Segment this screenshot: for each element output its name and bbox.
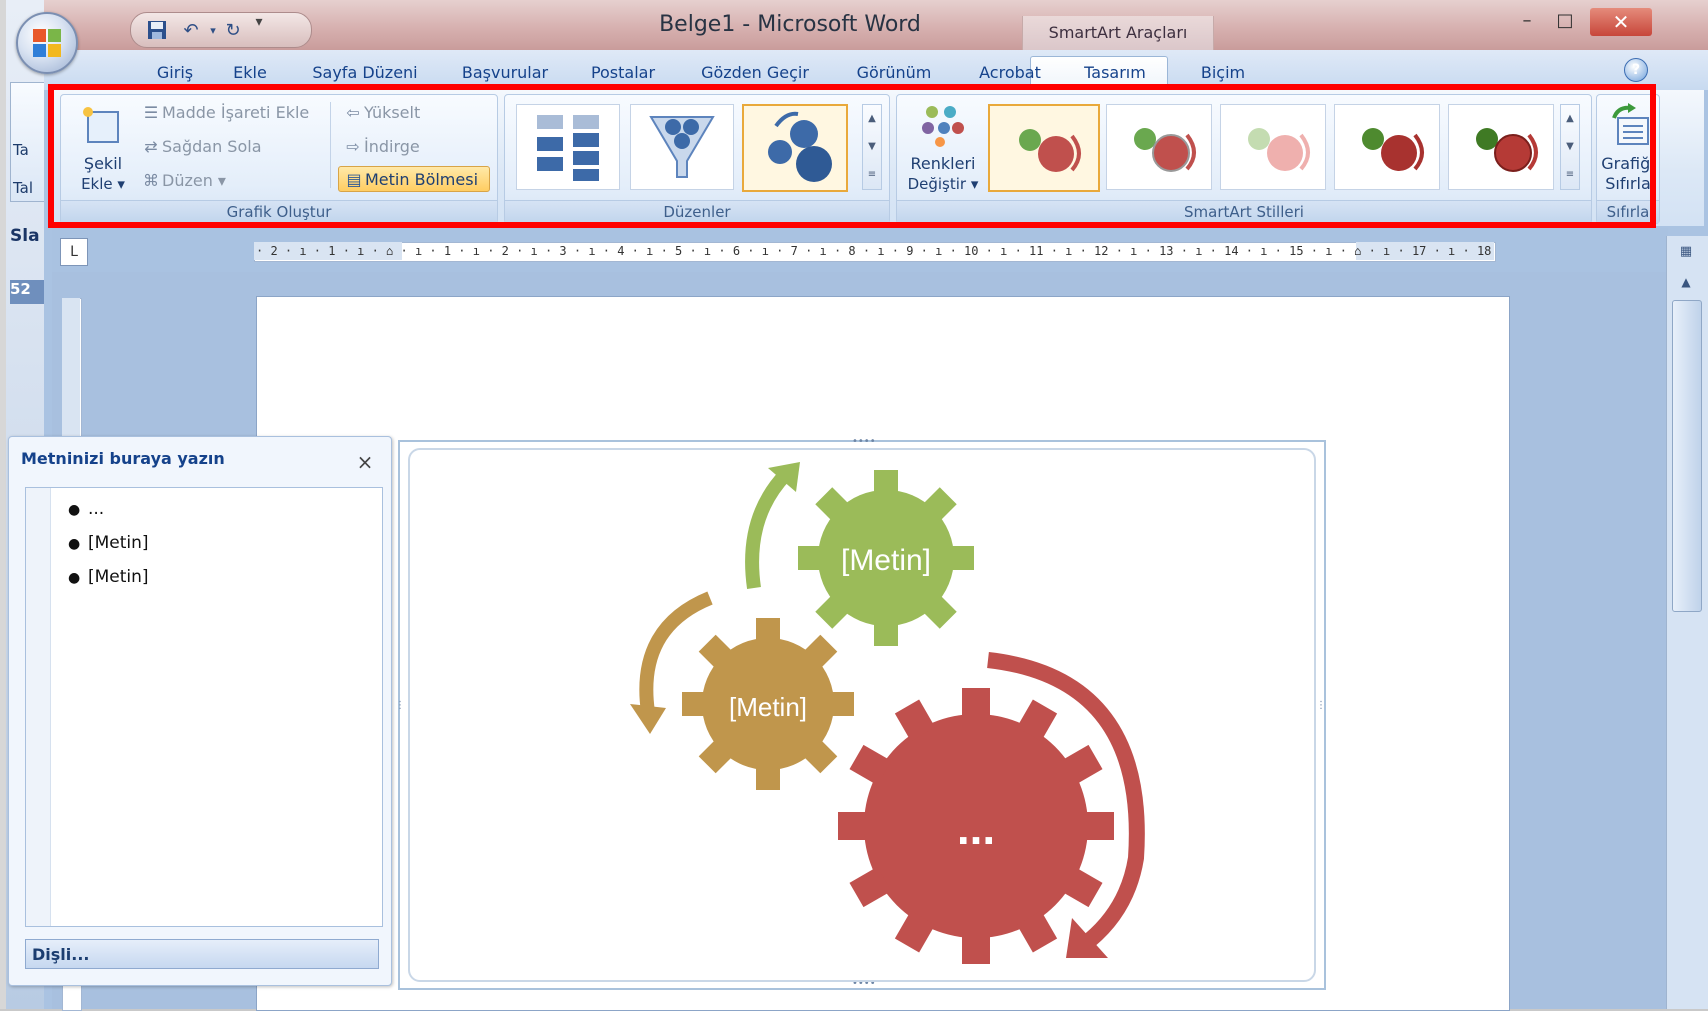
- text-pane-title: Metninizi buraya yazın: [21, 449, 225, 468]
- text-pane-item[interactable]: ● [Metin]: [68, 528, 149, 558]
- background-tab-stub: Ta Tal: [10, 82, 48, 202]
- maximize-button[interactable]: □: [1548, 10, 1582, 36]
- text-pane-item[interactable]: ● [Metin]: [68, 562, 149, 592]
- office-logo-icon: [33, 29, 61, 57]
- close-button[interactable]: ✕: [1590, 8, 1652, 36]
- help-icon[interactable]: ?: [1624, 58, 1648, 82]
- bullet-icon: ●: [68, 502, 81, 518]
- ruler-ticks: · 2 · ı · 1 · ı · ⌂ · ı · 1 · ı · 2 · ı …: [256, 244, 1492, 258]
- background-tab-stub-label-2: Tal: [13, 179, 34, 197]
- resize-handle-right[interactable]: ⋮: [1316, 700, 1326, 711]
- highlight-frame: [48, 84, 1656, 228]
- bullet-icon: ●: [68, 570, 81, 586]
- scrollbar-thumb[interactable]: [1672, 300, 1702, 612]
- text-pane-more-link[interactable]: Dişli...: [25, 939, 379, 969]
- text-pane-list[interactable]: ●... ● [Metin] ● [Metin]: [25, 487, 383, 927]
- quick-access-toolbar: ↶ ▾ ↻: [130, 12, 312, 48]
- window-title: Belge1 - Microsoft Word: [659, 12, 921, 37]
- resize-handle-top[interactable]: ••••: [852, 436, 876, 447]
- resize-handle-left[interactable]: ⋮: [395, 700, 405, 711]
- text-pane-item-text: [Metin]: [88, 567, 149, 587]
- save-icon[interactable]: [145, 19, 169, 43]
- background-number-stub: 52: [10, 280, 46, 304]
- redo-icon[interactable]: ↻: [221, 19, 245, 43]
- bullet-icon: ●: [68, 536, 81, 552]
- office-button[interactable]: [16, 12, 78, 74]
- text-pane: Metninizi buraya yazın × ●... ● [Metin] ●…: [8, 436, 392, 986]
- view-ruler-icon[interactable]: ▦: [1672, 240, 1700, 264]
- text-pane-close-icon[interactable]: ×: [353, 451, 377, 475]
- tab-selector[interactable]: L: [60, 238, 88, 266]
- text-pane-gutter: [26, 488, 51, 926]
- minimize-button[interactable]: –: [1510, 10, 1544, 36]
- gear-gold-text: [Metin]: [729, 692, 807, 722]
- gear-red-text: ...: [957, 802, 995, 854]
- gold-arrowhead-icon: [630, 704, 666, 734]
- background-tab-stub-label: Ta: [13, 141, 29, 159]
- gear-green-text: [Metin]: [841, 544, 931, 577]
- green-arrow-icon: [745, 469, 792, 589]
- qat-customize-icon[interactable]: ▾: [250, 14, 268, 38]
- text-pane-item[interactable]: ●...: [68, 494, 104, 524]
- vertical-ruler-margin: [62, 298, 80, 438]
- smartart-gears[interactable]: [Metin] [Metin] ...: [408, 448, 1312, 978]
- background-slides-stub: Sla: [10, 226, 40, 246]
- smartart-tools-label: SmartArt Araçları: [1022, 16, 1214, 50]
- text-pane-item-text: [Metin]: [88, 533, 149, 553]
- text-pane-item-text: ...: [88, 499, 105, 519]
- scroll-up-icon[interactable]: ▲: [1672, 270, 1700, 294]
- undo-icon[interactable]: ↶: [179, 19, 203, 43]
